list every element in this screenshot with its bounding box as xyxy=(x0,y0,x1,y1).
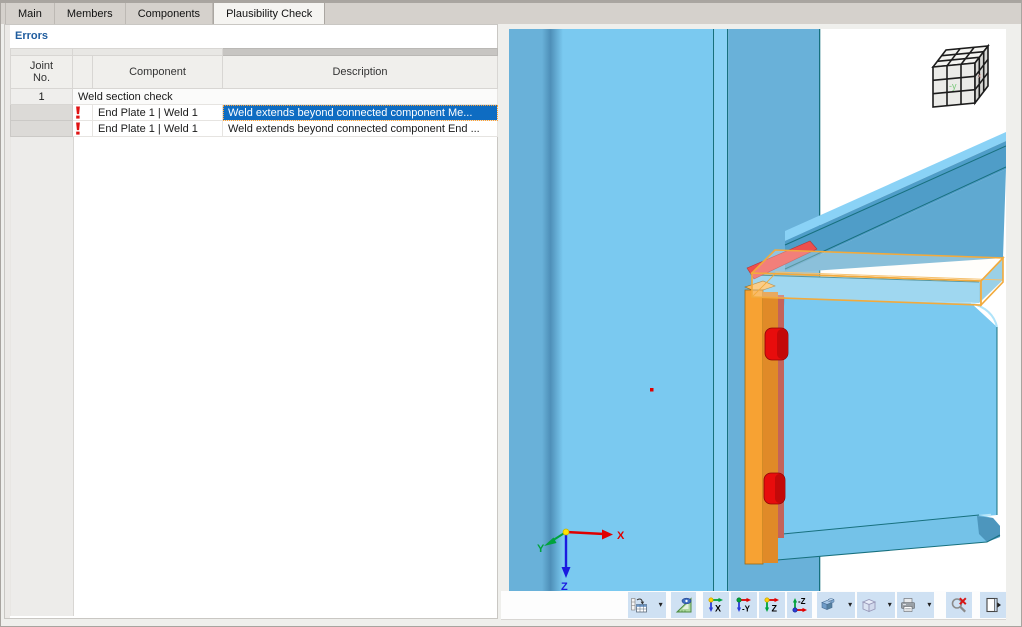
solid-model-icon xyxy=(819,596,837,614)
view-minus-z-button[interactable]: -Z xyxy=(787,592,813,618)
group-row-weld-section-check[interactable]: 1 Weld section check xyxy=(11,89,498,105)
show-dimensions-button[interactable] xyxy=(671,592,697,618)
weld-highlight-box xyxy=(752,250,1003,305)
printer-icon xyxy=(899,596,917,614)
dropdown-arrow-icon[interactable]: ▾ xyxy=(848,601,853,609)
tab-main[interactable]: Main xyxy=(5,3,55,24)
axis-y-label: Y xyxy=(537,543,545,555)
errors-panel: Errors Joint No. Component Description 1… xyxy=(4,24,498,619)
tab-label: Components xyxy=(138,8,200,20)
view-z-button[interactable]: Z xyxy=(759,592,785,618)
error-row[interactable]: End Plate 1 | Weld 1 Weld extends beyond… xyxy=(11,121,498,137)
errors-table: Joint No. Component Description 1 Weld s… xyxy=(10,48,498,137)
set-square-eye-icon xyxy=(675,596,693,614)
svg-text:-Z: -Z xyxy=(798,597,806,606)
3d-scene: -y x Y Z X xyxy=(509,29,1006,591)
axis-view-icon: Z xyxy=(763,596,781,614)
dropdown-arrow-icon[interactable]: ▾ xyxy=(888,601,893,609)
svg-text:X: X xyxy=(715,604,721,614)
viewport-toolbar: ▾ X xyxy=(501,591,1006,620)
wireframe-cube-icon xyxy=(859,596,877,614)
model-reference-dot xyxy=(650,388,654,392)
print-button[interactable]: ▾ xyxy=(897,592,935,618)
axis-x-label: X xyxy=(617,530,625,542)
svg-text:Z: Z xyxy=(771,604,777,614)
error-icon-cell xyxy=(73,121,93,137)
end-plate[interactable] xyxy=(745,281,784,564)
tab-label: Plausibility Check xyxy=(226,8,312,20)
view-minus-y-button[interactable]: -Y xyxy=(731,592,757,618)
joint-column-filler xyxy=(10,137,74,616)
dropdown-arrow-icon[interactable]: ▾ xyxy=(927,601,932,609)
column-header-joint-no: Joint No. xyxy=(11,56,73,89)
application-window: Main Members Components Plausibility Che… xyxy=(0,0,1022,627)
magnifier-cancel-icon xyxy=(950,596,968,614)
nav-cube-front-label: -y xyxy=(949,81,957,91)
bolt[interactable] xyxy=(765,328,788,360)
error-exclamation-icon xyxy=(73,106,83,119)
copy-to-table-button[interactable]: ▾ xyxy=(628,592,666,618)
tab-members[interactable]: Members xyxy=(55,3,126,24)
display-solid-button[interactable]: ▾ xyxy=(817,592,855,618)
table-header-row: Joint No. Component Description xyxy=(11,56,498,89)
joint-number-cell xyxy=(11,105,73,121)
table-copy-icon xyxy=(630,596,648,614)
column-header-component: Component xyxy=(93,56,223,89)
view-x-button[interactable]: X xyxy=(703,592,729,618)
tab-label: Members xyxy=(67,8,113,20)
joint-number-cell: 1 xyxy=(11,89,73,105)
bolt[interactable] xyxy=(764,473,785,504)
3d-viewport[interactable]: -y x Y Z X xyxy=(509,29,1006,591)
component-cell[interactable]: End Plate 1 | Weld 1 xyxy=(93,121,223,137)
joint-number-cell xyxy=(11,121,73,137)
error-icon-cell xyxy=(73,105,93,121)
panel-toggle-button[interactable] xyxy=(980,592,1006,618)
axis-view-icon: -Y xyxy=(735,596,753,614)
component-cell[interactable]: End Plate 1 | Weld 1 xyxy=(93,105,223,121)
panel-arrow-icon xyxy=(984,596,1002,614)
column-header-icon xyxy=(73,56,93,89)
errors-panel-title: Errors xyxy=(15,30,48,42)
error-exclamation-icon xyxy=(73,122,83,135)
dropdown-arrow-icon[interactable]: ▾ xyxy=(659,601,664,609)
axis-view-icon: X xyxy=(707,596,725,614)
tab-plausibility-check[interactable]: Plausibility Check xyxy=(213,3,325,24)
group-label-cell: Weld section check xyxy=(73,89,498,105)
axis-z-label: Z xyxy=(561,581,568,591)
tab-label: Main xyxy=(18,8,42,20)
axes-origin-dot xyxy=(563,529,569,535)
column-header-description: Description xyxy=(223,56,498,89)
display-wireframe-button[interactable]: ▾ xyxy=(857,592,895,618)
table-group-strip xyxy=(11,49,498,56)
nav-cube-side-label: x xyxy=(978,73,982,80)
zoom-cancel-button[interactable] xyxy=(946,592,972,618)
tabbar: Main Members Components Plausibility Che… xyxy=(1,1,1021,24)
navigation-cube[interactable]: -y x xyxy=(933,46,988,107)
axis-view-icon: -Z xyxy=(791,596,809,614)
error-desc-cell-0[interactable]: Weld extends beyond connected component … xyxy=(223,105,498,121)
error-desc-cell-1[interactable]: Weld extends beyond connected component … xyxy=(223,121,498,137)
error-row[interactable]: End Plate 1 | Weld 1 Weld extends beyond… xyxy=(11,105,498,121)
svg-text:-Y: -Y xyxy=(742,605,751,614)
tab-components[interactable]: Components xyxy=(126,3,213,24)
